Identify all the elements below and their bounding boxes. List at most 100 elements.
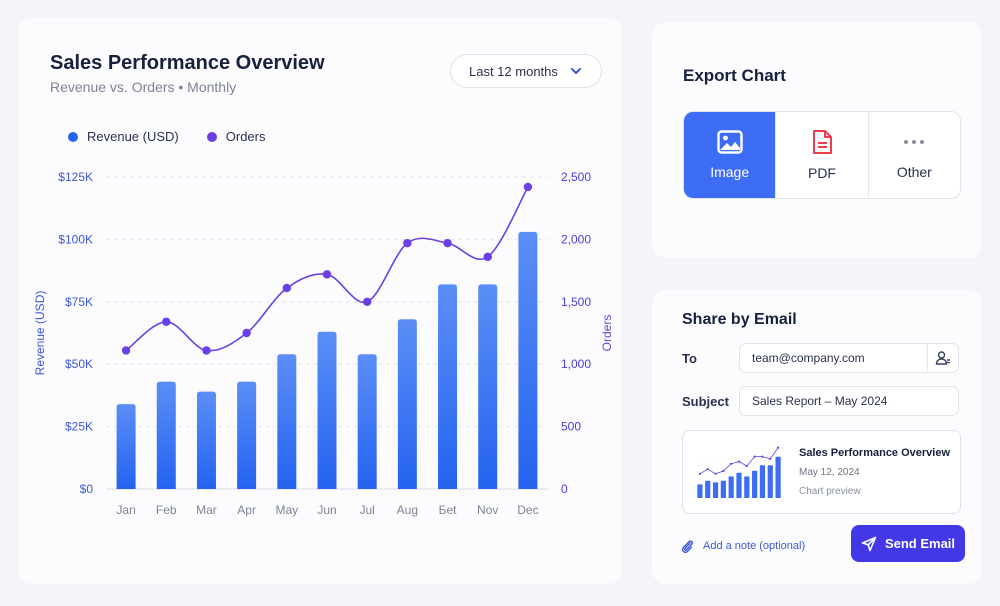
thumb-bar	[720, 480, 726, 498]
thumb-bar	[775, 456, 781, 498]
orders-point	[322, 270, 332, 279]
chart-plot: $0 0 $25K 500 $50K 1,000 $75K 1,500 $100K 2,000 $1…	[33, 170, 614, 517]
orders-point	[202, 346, 211, 355]
y-tick-label: $0	[80, 482, 94, 496]
thumb-bar	[752, 470, 758, 498]
preview-title: Sales Performance Overview	[799, 447, 951, 459]
orders-line	[125, 186, 529, 352]
x-tick-label: Jun	[317, 503, 336, 517]
orders-point	[362, 297, 372, 306]
x-tick-label: May	[275, 503, 298, 517]
orders-point	[162, 317, 171, 326]
thumb-point	[769, 457, 772, 460]
orders-point	[121, 346, 131, 355]
export-title: Export Chart	[683, 66, 786, 85]
thumb-bar	[767, 465, 773, 498]
subject-field[interactable]: Sales Report – May 2024	[739, 386, 959, 416]
contacts-button[interactable]	[927, 344, 958, 372]
revenue-bar	[196, 391, 216, 489]
thumb-bar	[728, 476, 734, 498]
export-card: Export Chart Image PDF Other	[652, 22, 982, 258]
x-tick-label: Mar	[196, 503, 217, 517]
revenue-bar	[317, 331, 337, 489]
orders-point	[443, 238, 452, 248]
thumb-point	[698, 472, 702, 475]
y-tick-label: $100K	[58, 232, 93, 246]
chart-card: Sales Performance Overview Revenue vs. O…	[18, 18, 622, 584]
subject-value: Sales Report – May 2024	[752, 394, 888, 408]
revenue-bar	[438, 284, 458, 489]
thumb-point	[776, 446, 780, 449]
chart-preview-thumbnail	[696, 446, 782, 498]
thumb-point	[737, 460, 741, 463]
revenue-bar	[156, 381, 176, 489]
add-note-label: Add a note (optional)	[703, 540, 806, 552]
x-tick-label: Aug	[397, 503, 418, 517]
revenue-bar	[518, 231, 538, 490]
y2-tick-label: 2,000	[561, 232, 591, 246]
orders-point	[483, 252, 492, 262]
y2-tick-label: 500	[561, 420, 581, 434]
thumb-point	[730, 462, 733, 465]
to-label: To	[682, 351, 697, 366]
orders-point	[242, 328, 251, 338]
x-tick-label: Бet	[439, 503, 458, 517]
x-tick-label: Feb	[156, 503, 177, 517]
revenue-bar	[116, 404, 136, 489]
pdf-icon	[812, 130, 832, 154]
y2-axis-label: Orders	[600, 315, 614, 352]
revenue-bar	[397, 319, 417, 489]
thumb-bar	[744, 476, 750, 498]
export-option-image-label: Image	[710, 164, 750, 180]
y-axis-label: Revenue (USD)	[33, 291, 47, 376]
image-icon	[716, 130, 743, 154]
subject-label: Subject	[682, 394, 729, 409]
export-option-pdf[interactable]: PDF	[776, 112, 869, 198]
add-contact-icon	[935, 351, 950, 365]
send-icon	[861, 536, 877, 551]
y2-tick-label: 1,500	[561, 295, 591, 309]
thumb-point	[706, 468, 709, 471]
chart-preview-card: Sales Performance Overview May 12, 2024 …	[682, 430, 961, 514]
y-tick-label: $50K	[65, 357, 93, 371]
preview-caption: Chart preview	[799, 486, 861, 497]
revenue-bar	[478, 284, 498, 489]
x-tick-label: Jul	[360, 503, 375, 517]
x-tick-label: Dec	[517, 503, 538, 517]
thumb-point	[753, 455, 756, 458]
share-title: Share by Email	[682, 311, 797, 328]
share-card: Share by Email To team@company.com Subje…	[652, 290, 982, 584]
revenue-bar	[357, 354, 377, 489]
export-format-group: Image PDF Other	[683, 111, 961, 199]
y2-tick-label: 2,500	[561, 170, 591, 184]
y-tick-label: $25K	[65, 420, 93, 434]
revenue-bar	[237, 381, 257, 489]
thumb-bar	[712, 482, 719, 498]
orders-point	[523, 182, 533, 192]
y2-tick-label: 0	[561, 482, 568, 496]
thumb-bar	[705, 480, 711, 498]
y-tick-label: $75K	[65, 295, 93, 309]
more-icon	[904, 140, 925, 144]
send-email-button[interactable]: Send Email	[851, 525, 965, 562]
orders-point	[282, 283, 292, 293]
send-email-label: Send Email	[884, 536, 956, 551]
email-to-field[interactable]: team@company.com	[739, 343, 959, 373]
x-tick-label: Apr	[237, 503, 256, 517]
thumb-bar	[759, 465, 766, 498]
thumb-point	[714, 472, 717, 475]
y-tick-label: $125K	[58, 170, 93, 184]
preview-date: May 12, 2024	[799, 467, 860, 478]
export-option-image[interactable]: Image	[684, 112, 777, 198]
export-option-other[interactable]: Other	[869, 112, 960, 198]
thumb-point	[745, 464, 748, 468]
thumb-bar	[697, 484, 703, 498]
add-note-link[interactable]: Add a note (optional)	[680, 538, 805, 554]
export-option-other-label: Other	[896, 164, 932, 180]
x-tick-label: Jan	[116, 503, 135, 517]
orders-point	[403, 238, 412, 248]
thumb-point	[722, 469, 725, 473]
paperclip-icon	[681, 540, 693, 554]
y2-tick-label: 1,000	[561, 357, 591, 371]
thumb-bar	[736, 472, 742, 498]
